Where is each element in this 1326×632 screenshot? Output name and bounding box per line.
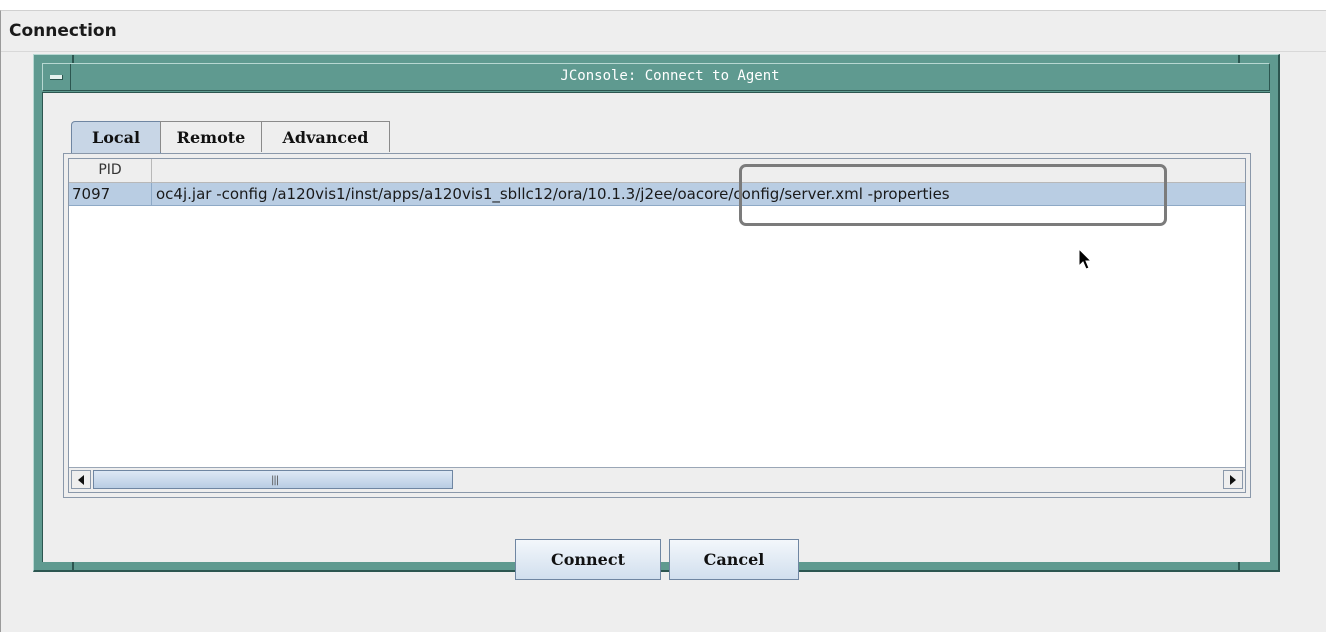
frame-notch [72,55,74,63]
tab-remote[interactable]: Remote [160,121,262,152]
scroll-right-button[interactable] [1223,470,1243,489]
command-cell: oc4j.jar -config /a120vis1/inst/apps/a12… [156,185,950,203]
thumb-grip-icon: ||| [271,475,279,486]
frame-notch [72,562,74,570]
connect-button[interactable]: Connect [515,539,661,580]
scrollbar-thumb[interactable]: ||| [93,470,453,489]
dialog-title: JConsole: Connect to Agent [560,68,780,84]
frame-notch [1238,55,1240,63]
dialog-titlebar[interactable]: JConsole: Connect to Agent [42,63,1270,91]
tab-local[interactable]: Local [71,121,161,154]
jconsole-dialog: JConsole: Connect to Agent Local Remote … [33,54,1280,580]
process-table: PID 7097 oc4j.jar -config /a120vis1/inst… [68,158,1246,493]
frame-notch [1238,562,1240,570]
scroll-left-button[interactable] [71,470,91,489]
column-header-command[interactable] [152,159,1245,182]
column-header-pid[interactable]: PID [69,159,152,182]
dialog-content: Local Remote Advanced PID 7097 oc4j.jar … [42,92,1270,580]
mouse-cursor-icon [1078,248,1093,270]
tab-advanced[interactable]: Advanced [261,121,390,152]
local-tab-panel: PID 7097 oc4j.jar -config /a120vis1/inst… [63,153,1251,498]
horizontal-scrollbar[interactable]: ||| [69,467,1245,492]
window-menu-button[interactable] [43,64,71,90]
table-row[interactable]: 7097 oc4j.jar -config /a120vis1/inst/app… [69,183,1245,206]
table-header: PID [69,159,1245,183]
pid-cell: 7097 [69,183,152,205]
cancel-button[interactable]: Cancel [669,539,799,580]
window-menu-icon [50,75,63,80]
connection-title: Connection [9,21,117,41]
arrow-right-icon [1230,475,1236,485]
arrow-left-icon [78,475,84,485]
connection-header: Connection [1,11,1326,52]
